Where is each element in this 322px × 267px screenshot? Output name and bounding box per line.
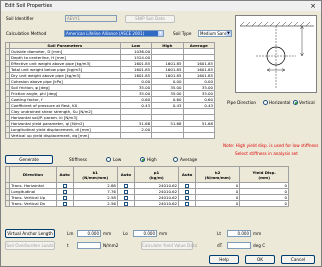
ok-button[interactable]: OK [245,255,275,264]
t-label: t [67,243,69,248]
title-bar: Edit Soil Properties × [1,1,321,11]
soil-parameters-table: Soil Parameters Low High Average Outside… [5,42,215,139]
checkbox-icon[interactable] [62,190,67,194]
checkbox-icon[interactable] [185,190,190,194]
close-icon[interactable]: × [309,2,317,10]
checkbox-icon[interactable] [123,196,128,200]
table-row[interactable]: Vertical up yield displacement, dq [mm] [5,132,215,139]
pipe-direction-horizontal-radio[interactable] [263,100,268,105]
column-header: Auto [55,166,74,183]
degc-unit: deg C [253,243,266,248]
lm-label: Lm [67,231,74,236]
column-header: k2 (N/mm/mm) [195,166,241,183]
column-header: Direction [9,166,57,183]
snip-soil-data-button[interactable]: SNIP Soil Data [125,15,175,23]
dt-input[interactable] [227,242,251,249]
lt-input[interactable]: 0.000 [227,230,251,237]
note-line-1: Note: High yield disp. is used for low s… [223,143,319,148]
stiffness-average-label: Average [180,157,198,162]
soil-type-select[interactable]: Medium Sand ▼ [198,30,232,37]
pipe-direction-horizontal-label: Horizontal [269,100,291,105]
calculation-method-value: American Lifeline Alliance (ASCE 2001) [66,31,145,36]
checkbox-icon[interactable] [123,190,128,194]
pipe-direction-vertical-label: Vertical [299,100,315,105]
soil-type-value: Medium Sand [200,31,228,36]
stiffness-high-radio[interactable] [140,157,145,162]
dt-label: dT [217,243,223,248]
k2-cell[interactable]: 0 [195,200,241,207]
table-header-row: Direction Auto k1 (N/mm/mm) Auto p1 (kg/m)… [4,166,289,183]
direction-cell: Trans. Vertical Dn [9,200,57,207]
chevron-down-icon: ▼ [158,31,163,36]
lo-label: Lo [123,231,128,236]
pipe-diagram-panel [235,15,317,93]
column-header: Yield Disp. (mm) [239,166,289,183]
pipe-direction-vertical-radio[interactable] [293,100,298,105]
k2-auto-checkbox[interactable] [178,200,197,207]
lm-input[interactable]: 0.000 [77,230,101,237]
stiffness-average-radio[interactable] [173,157,178,162]
lt-label: Lt [217,231,221,236]
yield-disp-cell[interactable]: 0 [239,200,289,207]
soil-identifier-input[interactable]: AEVY1 [65,15,117,22]
checkbox-icon[interactable] [185,202,190,206]
virtual-anchor-length-button[interactable]: Virtual Anchor Length [5,229,55,238]
high-value-cell[interactable] [151,132,184,139]
stiffness-low-label: Low [113,157,122,162]
column-header: Auto [178,166,197,183]
column-header: p1 (kg/m) [133,166,180,183]
low-value-cell[interactable] [119,132,153,139]
help-button[interactable]: Help [209,255,239,264]
note-line-2: Select stiffness in analysis set [235,151,298,156]
soil-type-label: Soil Type [173,31,192,36]
k1-auto-checkbox[interactable] [55,200,74,207]
checkbox-icon[interactable] [62,196,67,200]
lm-unit: mm [103,231,112,236]
parameter-name-cell: Vertical up yield displacement, dq [mm] [8,132,121,139]
checkbox-icon[interactable] [62,184,67,188]
stiffness-low-radio[interactable] [106,157,111,162]
soil-identifier-label: Soil Identifier [6,16,34,21]
t-input[interactable] [77,242,101,249]
stiffness-label: Stiffness [69,157,87,162]
p1-auto-checkbox[interactable] [116,200,135,207]
checkbox-icon[interactable] [123,202,128,206]
lo-unit: mm [159,231,168,236]
p1-cell[interactable]: 24010.62 [133,200,180,207]
chevron-down-icon: ▼ [226,31,231,36]
edit-soil-properties-window: Edit Soil Properties × Soil Identifier A… [0,0,322,267]
soil-overburden-loads-button[interactable]: Soil Overburden Loads [5,241,55,250]
calculation-method-select[interactable]: American Lifeline Alliance (ASCE 2001) ▼ [64,30,164,37]
k1-cell[interactable]: 2.56 [72,200,118,207]
table-row[interactable]: Trans. Vertical Dn 2.56 24010.62 0 0 [4,200,289,207]
cancel-button[interactable]: Cancel [281,255,315,264]
generate-button[interactable]: Generate [5,155,53,164]
stiffness-high-label: High [147,157,157,162]
average-value-cell[interactable] [182,132,215,139]
pipe-soil-diagram [239,21,314,88]
checkbox-icon[interactable] [185,184,190,188]
column-header: Auto [116,166,135,183]
calculation-method-label: Calculation Method [6,31,47,36]
lt-unit: mm [253,231,262,236]
calculate-yield-value-button[interactable]: Calculate Yield Value Data [141,241,197,250]
checkbox-icon[interactable] [185,196,190,200]
window-title: Edit Soil Properties [5,3,53,9]
checkbox-icon[interactable] [62,202,67,206]
lo-input[interactable]: 0.000 [133,230,157,237]
column-header: k1 (N/mm/mm) [72,166,118,183]
checkbox-icon[interactable] [123,184,128,188]
pipe-direction-label: Pipe Direction [227,100,257,105]
n-unit: N/mm2 [103,243,119,248]
spring-properties-table: Direction Auto k1 (N/mm/mm) Auto p1 (kg/m)… [4,166,289,207]
